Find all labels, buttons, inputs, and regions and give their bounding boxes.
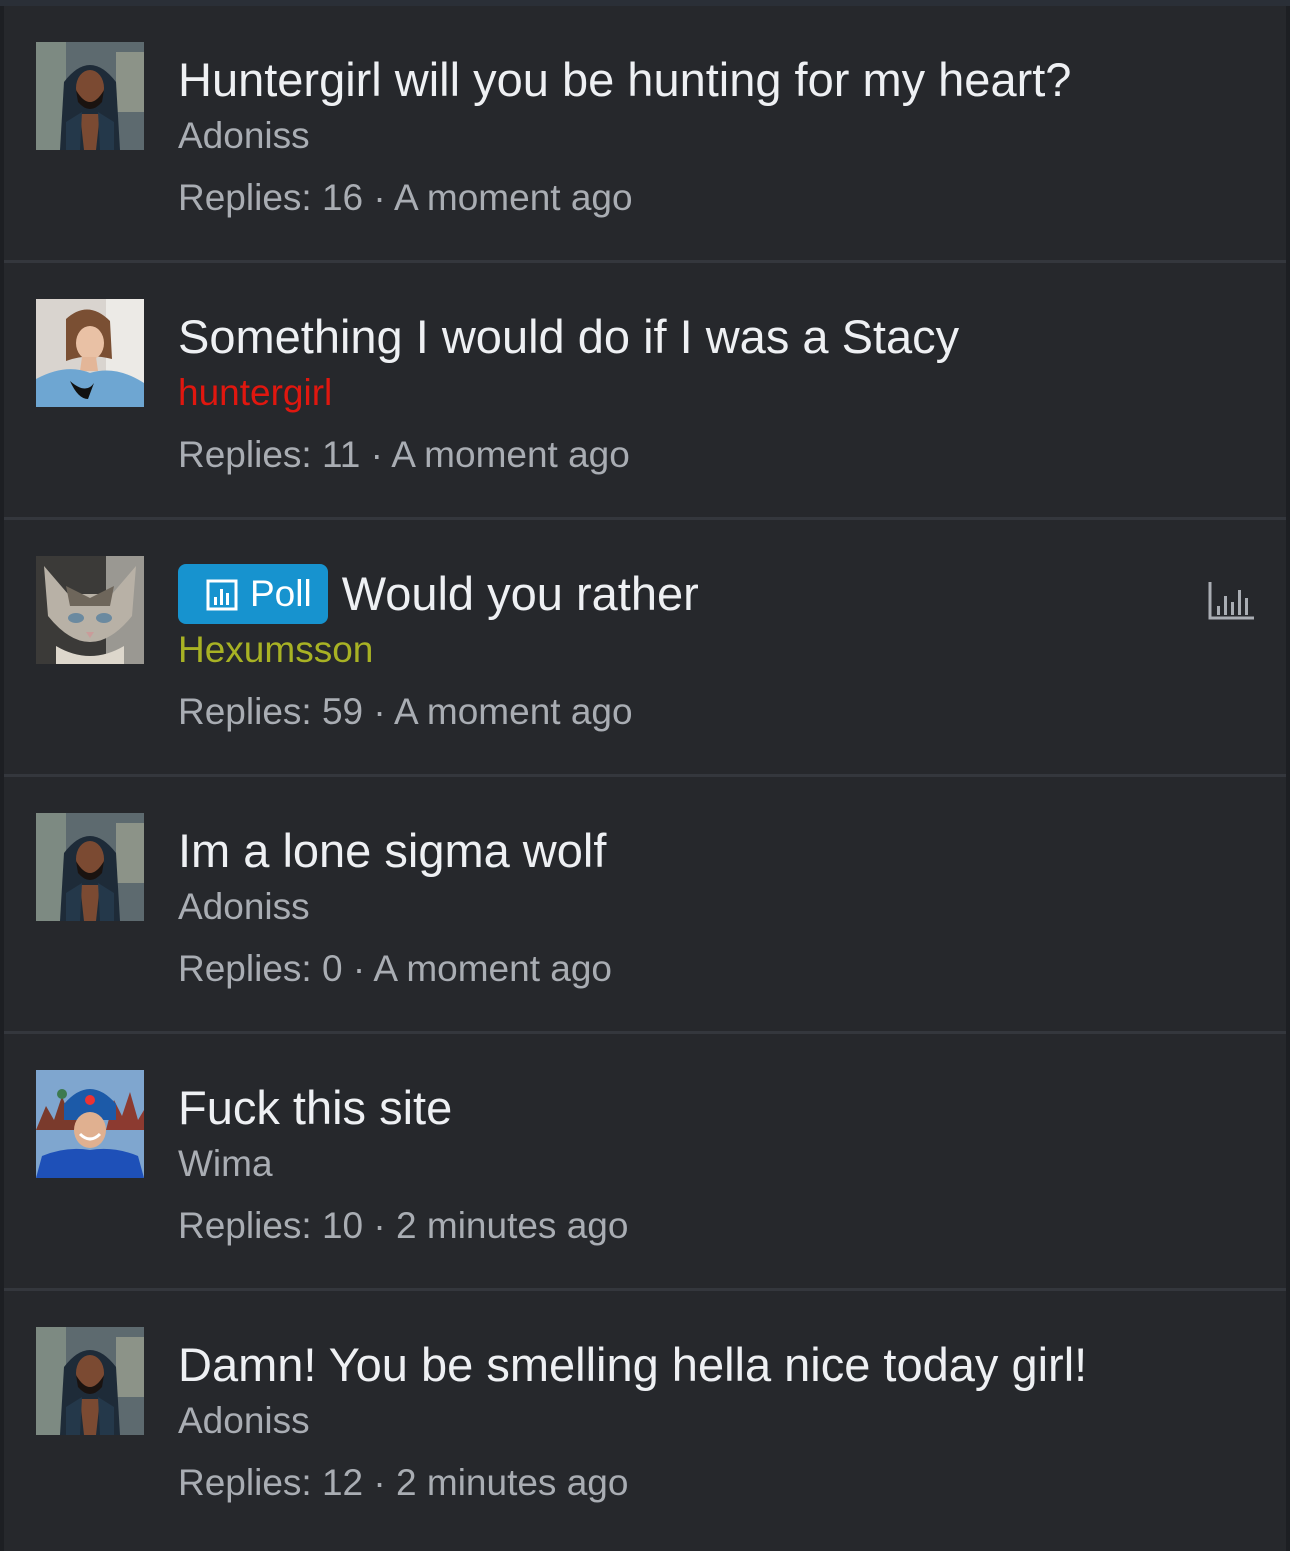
avatar[interactable] — [36, 1070, 144, 1178]
thread-content: Something I would do if I was a Stacy hu… — [178, 307, 1256, 479]
thread-meta: Replies: 11 · A moment ago — [178, 431, 1256, 479]
thread-content: Fuck this site Wima Replies: 10 · 2 minu… — [178, 1078, 1256, 1250]
thread-meta: Replies: 12 · 2 minutes ago — [178, 1459, 1256, 1507]
thread-title[interactable]: Damn! You be smelling hella nice today g… — [178, 1335, 1087, 1395]
poll-badge[interactable]: Poll — [178, 564, 328, 624]
avatar[interactable] — [36, 556, 144, 664]
thread-content: Poll Would you rather Hexumsson Replies:… — [178, 564, 1256, 736]
bar-chart-icon — [206, 578, 238, 611]
reply-count: 12 — [321, 1462, 364, 1503]
meta-separator: · — [370, 434, 383, 475]
avatar[interactable] — [36, 42, 144, 150]
thread-author[interactable]: Adoniss — [178, 883, 1256, 931]
thread-title[interactable]: Something I would do if I was a Stacy — [178, 307, 959, 367]
poll-badge-label: Poll — [250, 573, 312, 614]
thread-item[interactable]: Im a lone sigma wolf Adoniss Replies: 0 … — [4, 777, 1286, 1034]
thread-time: A moment ago — [393, 691, 633, 732]
thread-item[interactable]: Damn! You be smelling hella nice today g… — [4, 1291, 1286, 1551]
replies-label: Replies: — [178, 1205, 312, 1246]
replies-label: Replies: — [178, 948, 312, 989]
replies-label: Replies: — [178, 691, 312, 732]
thread-list: Huntergirl will you be hunting for my he… — [4, 6, 1286, 1551]
thread-title[interactable]: Fuck this site — [178, 1078, 452, 1138]
thread-author[interactable]: Wima — [178, 1140, 1256, 1188]
meta-separator: · — [373, 1462, 386, 1503]
thread-time: A moment ago — [393, 177, 633, 218]
thread-time: A moment ago — [391, 434, 630, 475]
thread-content: Damn! You be smelling hella nice today g… — [178, 1335, 1256, 1507]
replies-label: Replies: — [178, 1462, 312, 1503]
thread-content: Huntergirl will you be hunting for my he… — [178, 50, 1256, 222]
replies-label: Replies: — [178, 177, 312, 218]
thread-title[interactable]: Im a lone sigma wolf — [178, 821, 606, 881]
reply-count: 10 — [321, 1205, 364, 1246]
meta-separator: · — [373, 691, 386, 732]
thread-time: 2 minutes ago — [396, 1205, 629, 1246]
meta-separator: · — [373, 177, 386, 218]
thread-meta: Replies: 59 · A moment ago — [178, 688, 1256, 736]
thread-author[interactable]: Adoniss — [178, 112, 1256, 160]
meta-separator: · — [373, 1205, 386, 1246]
avatar[interactable] — [36, 813, 144, 921]
avatar[interactable] — [36, 1327, 144, 1435]
thread-title[interactable]: Huntergirl will you be hunting for my he… — [178, 50, 1071, 110]
reply-count: 11 — [321, 434, 361, 475]
thread-meta: Replies: 0 · A moment ago — [178, 945, 1256, 993]
thread-time: A moment ago — [373, 948, 612, 989]
reply-count: 16 — [321, 177, 364, 218]
thread-item[interactable]: Poll Would you rather Hexumsson Replies:… — [4, 520, 1286, 777]
thread-meta: Replies: 10 · 2 minutes ago — [178, 1202, 1256, 1250]
thread-item[interactable]: Something I would do if I was a Stacy hu… — [4, 263, 1286, 520]
thread-author[interactable]: Adoniss — [178, 1397, 1256, 1445]
thread-time: 2 minutes ago — [396, 1462, 629, 1503]
thread-author[interactable]: huntergirl — [178, 369, 1256, 417]
thread-author[interactable]: Hexumsson — [178, 626, 1256, 674]
replies-label: Replies: — [178, 434, 312, 475]
thread-item[interactable]: Fuck this site Wima Replies: 10 · 2 minu… — [4, 1034, 1286, 1291]
bar-chart-icon — [1208, 580, 1256, 620]
thread-content: Im a lone sigma wolf Adoniss Replies: 0 … — [178, 821, 1256, 993]
avatar[interactable] — [36, 299, 144, 407]
thread-title[interactable]: Would you rather — [342, 564, 699, 624]
thread-item[interactable]: Huntergirl will you be hunting for my he… — [4, 6, 1286, 263]
reply-count: 0 — [321, 948, 343, 989]
meta-separator: · — [352, 948, 366, 989]
reply-count: 59 — [321, 691, 364, 732]
thread-meta: Replies: 16 · A moment ago — [178, 174, 1256, 222]
